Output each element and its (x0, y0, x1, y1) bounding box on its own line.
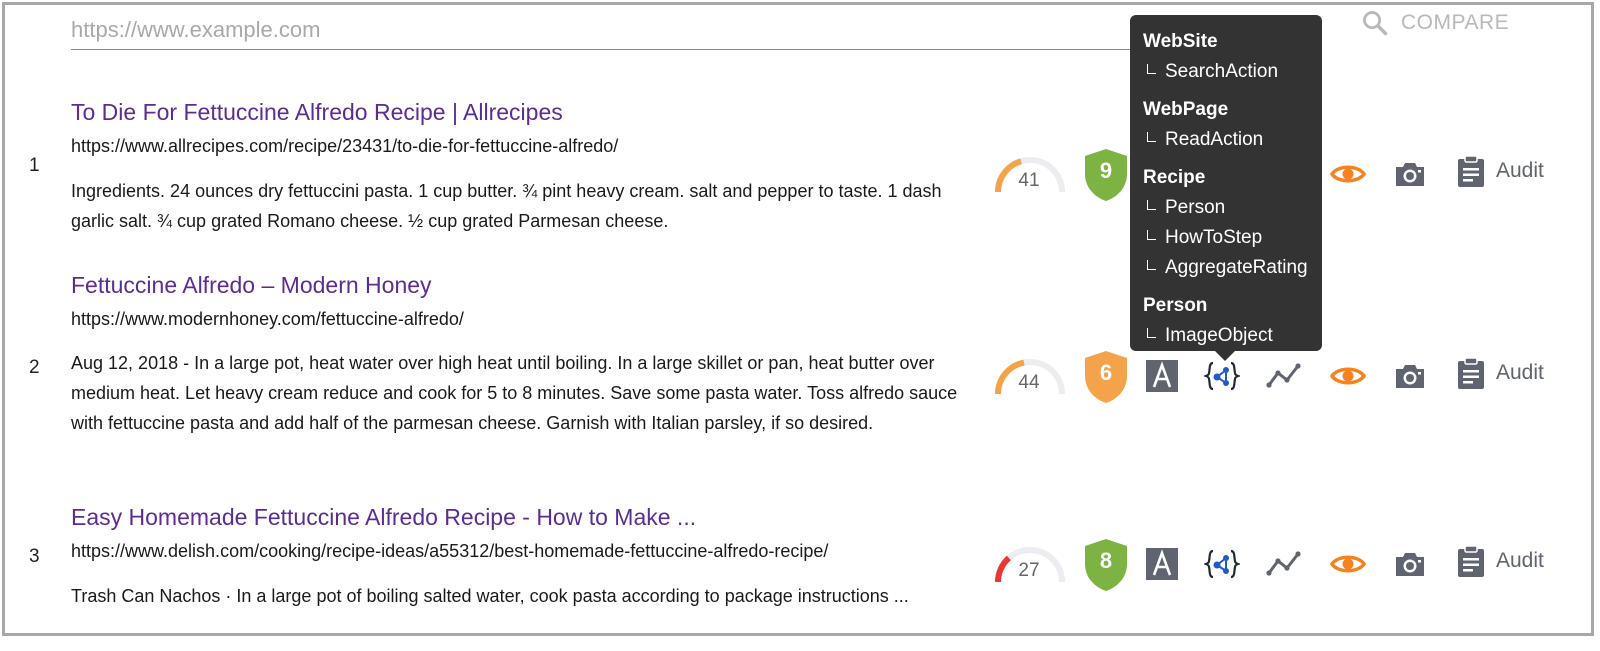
corner-icon (1147, 64, 1156, 74)
result-snippet: Aug 12, 2018 - In a large pot, heat wate… (71, 353, 958, 433)
tooltip-child: SearchAction (1143, 57, 1322, 87)
tooltip-group: WebPage ReadAction (1143, 95, 1322, 155)
tooltip-child-label: SearchAction (1165, 61, 1279, 82)
shield-value: 9 (1099, 158, 1113, 183)
corner-icon (1147, 132, 1156, 142)
result-title-link[interactable]: To Die For Fettuccine Alfredo Recipe | A… (71, 99, 563, 126)
clipboard-icon (1458, 545, 1484, 577)
eye-icon[interactable] (1330, 156, 1366, 192)
compare-button[interactable]: COMPARE (1361, 9, 1509, 37)
tooltip-child-label: AggregateRating (1165, 257, 1308, 278)
tooltip-type: WebSite (1143, 31, 1218, 52)
audit-label: Audit (1496, 361, 1544, 384)
result-url: https://www.allrecipes.com/recipe/23431/… (71, 136, 619, 156)
audit-button[interactable]: Audit (1456, 154, 1544, 188)
result-rank: 2 (29, 357, 40, 378)
result-title-link[interactable]: Fettuccine Alfredo – Modern Honey (71, 272, 432, 299)
result-tools: 27 8 Audit (990, 538, 1570, 598)
corner-icon (1147, 230, 1156, 240)
score-value: 27 (1018, 560, 1040, 581)
compare-label: COMPARE (1401, 11, 1510, 34)
tooltip-child: HowToStep (1143, 223, 1322, 253)
search-icon (1363, 11, 1388, 36)
clipboard-icon (1458, 357, 1484, 389)
camera-icon[interactable] (1392, 156, 1428, 192)
score-value: 41 (1018, 170, 1040, 191)
result-title-link[interactable]: Easy Homemade Fettuccine Alfredo Recipe … (71, 504, 696, 531)
trend-icon[interactable] (1266, 358, 1302, 394)
tooltip-child: AggregateRating (1143, 253, 1322, 283)
audit-button[interactable]: Audit (1456, 356, 1544, 390)
result-url: https://www.modernhoney.com/fettuccine-a… (71, 309, 464, 329)
shield-value: 6 (1099, 360, 1113, 385)
corner-icon (1147, 200, 1156, 210)
corner-icon (1147, 260, 1156, 270)
audit-button[interactable]: Audit (1456, 544, 1544, 578)
camera-icon[interactable] (1392, 546, 1428, 582)
tooltip-group: Person ImageObject (1143, 291, 1322, 351)
security-shield-badge[interactable]: 9 (1082, 147, 1130, 203)
tooltip-group: Recipe Person HowToStep AggregateRating (1143, 163, 1322, 283)
tooltip-type: WebPage (1143, 99, 1229, 120)
trend-icon[interactable] (1266, 546, 1302, 582)
clipboard-icon (1458, 155, 1484, 187)
tooltip-child-label: HowToStep (1165, 227, 1263, 248)
audit-label: Audit (1496, 549, 1544, 572)
score-gauge[interactable]: 41 (990, 148, 1070, 202)
result-tools: 44 6 Audit (990, 350, 1570, 410)
result-rank: 3 (29, 546, 40, 567)
corner-icon (1147, 328, 1156, 338)
tooltip-type: Person (1143, 295, 1208, 316)
result-snippet: Trash Can Nachos · In a large pot of boi… (71, 586, 909, 606)
schema-tooltip: WebSite SearchAction WebPage ReadAction … (1130, 15, 1322, 361)
shield-value: 8 (1099, 548, 1113, 573)
font-icon[interactable] (1144, 358, 1180, 394)
security-shield-badge[interactable]: 6 (1082, 349, 1130, 405)
tooltip-child: ImageObject (1143, 321, 1322, 351)
tooltip-child-label: ReadAction (1165, 129, 1264, 150)
eye-icon[interactable] (1330, 546, 1366, 582)
schema-icon[interactable] (1204, 358, 1240, 394)
tooltip-group: WebSite SearchAction (1143, 27, 1322, 87)
tooltip-child: ReadAction (1143, 125, 1322, 155)
security-shield-badge[interactable]: 8 (1082, 537, 1130, 593)
tooltip-child: Person (1143, 193, 1322, 223)
result-rank: 1 (29, 155, 40, 176)
score-value: 44 (1018, 372, 1040, 393)
eye-icon[interactable] (1330, 358, 1366, 394)
font-icon[interactable] (1144, 546, 1180, 582)
tooltip-child-label: Person (1165, 197, 1226, 218)
score-gauge[interactable]: 27 (990, 538, 1070, 592)
result-snippet: Ingredients. 24 ounces dry fettuccini pa… (71, 181, 942, 231)
schema-icon[interactable] (1204, 546, 1240, 582)
audit-label: Audit (1496, 159, 1544, 182)
results-panel: COMPARE 1 To Die For Fettuccine Alfredo … (2, 2, 1594, 636)
tooltip-type: Recipe (1143, 167, 1206, 188)
result-url: https://www.delish.com/cooking/recipe-id… (71, 541, 829, 561)
tooltip-child-label: ImageObject (1165, 325, 1273, 346)
score-gauge[interactable]: 44 (990, 350, 1070, 404)
camera-icon[interactable] (1392, 358, 1428, 394)
